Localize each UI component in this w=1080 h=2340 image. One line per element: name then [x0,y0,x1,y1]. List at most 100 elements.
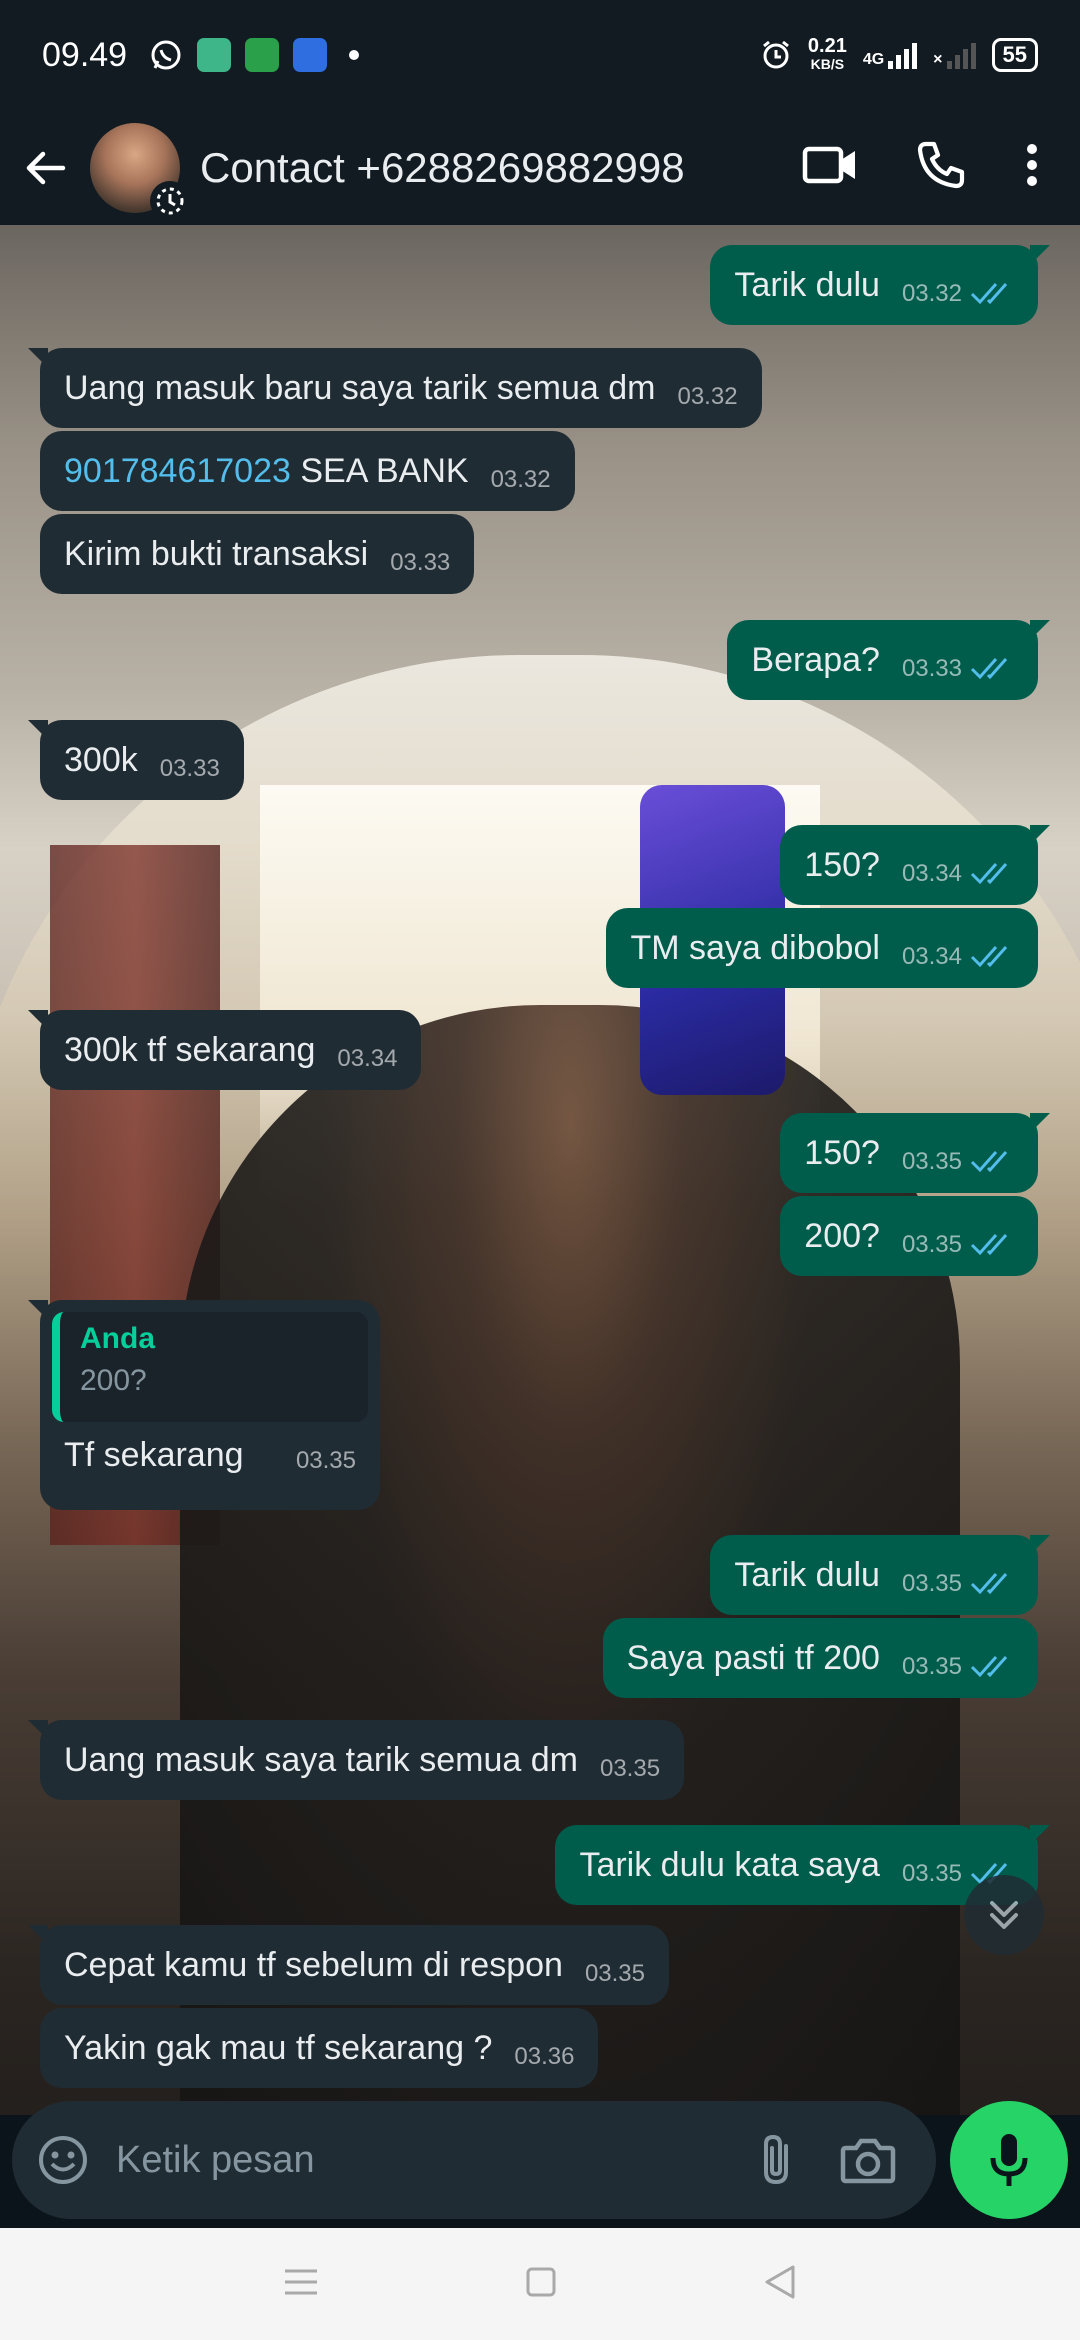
message-input[interactable] [116,2138,756,2182]
message-time: 03.34 [901,943,962,970]
message-row: 300k 03.33 [28,720,244,800]
message-time: 03.35 [295,1447,356,1474]
scroll-to-bottom-button[interactable] [964,1875,1044,1955]
message-text: 200? [804,1216,880,1255]
voice-call-button[interactable] [916,140,966,195]
outgoing-message[interactable]: 200? 03.35 [780,1196,1038,1276]
app-icon-blue [293,38,328,72]
message-text: Cepat kamu tf sebelum di respon [64,1945,563,1984]
message-text: Saya pasti tf 200 [626,1638,880,1677]
message-row: Yakin gak mau tf sekarang ? 03.36 [40,2008,599,2088]
read-ticks-icon [970,1148,1014,1174]
outgoing-message[interactable]: Tarik dulu 03.35 [710,1535,1050,1615]
network-speed: 0.21 KB/S [808,36,847,73]
outgoing-message[interactable]: TM saya dibobol 03.34 [606,908,1038,988]
outgoing-message[interactable]: Berapa? 03.33 [727,620,1050,700]
voice-record-button[interactable] [950,2101,1068,2219]
message-time: 03.32 [490,466,551,493]
message-text: Tarik dulu kata saya [579,1845,880,1884]
message-row: 300k tf sekarang 03.34 [27,1010,422,1090]
message-row: 901784617023 SEA BANK 03.32 [40,431,575,511]
incoming-message[interactable]: 300k 03.33 [28,720,244,800]
compose-bar [0,2095,1080,2225]
whatsapp-icon [151,40,181,70]
outgoing-message[interactable]: Saya pasti tf 200 03.35 [602,1618,1038,1698]
outgoing-message[interactable]: 150? 03.34 [780,825,1050,905]
message-row: Tarik dulu kata saya 03.35 [555,1825,1050,1905]
notification-icons [149,38,360,72]
message-time: 03.35 [901,1231,962,1258]
signal-bars-empty-icon [946,41,976,69]
message-time: 03.35 [901,1860,962,1887]
message-text: 300k [64,740,138,779]
chat-area[interactable]: Tarik dulu 03.32 Uang masuk baru saya ta… [0,225,1080,2115]
status-bar: 09.49 0.21 KB/S 4G × 55 [0,0,1080,110]
message-row: Cepat kamu tf sebelum di respon 03.35 [28,1925,669,2005]
outgoing-message[interactable]: Tarik dulu 03.32 [710,245,1050,325]
incoming-message[interactable]: 300k tf sekarang 03.34 [27,1010,422,1090]
message-text: Tf sekarang [64,1436,244,1474]
message-row: Uang masuk baru saya tarik semua dm 03.3… [28,348,762,428]
read-ticks-icon [970,1231,1014,1257]
message-text: 300k tf sekarang [64,1030,316,1069]
header-actions [802,140,1060,195]
message-row: Berapa? 03.33 [727,620,1050,700]
message-row: TM saya dibobol 03.34 [606,908,1038,988]
incoming-message[interactable]: Uang masuk saya tarik semua dm 03.35 [27,1720,685,1800]
message-text: TM saya dibobol [630,928,880,967]
status-time: 09.49 [42,35,128,74]
more-options-button[interactable] [1024,141,1040,194]
avatar[interactable] [90,122,190,221]
recent-apps-button[interactable] [283,2267,319,2302]
outgoing-message[interactable]: Tarik dulu kata saya 03.35 [555,1825,1050,1905]
chat-header: Contact +6288269882998 [0,110,1080,225]
status-indicators: 0.21 KB/S 4G × 55 [760,36,1038,73]
menu-lines-icon [285,2269,317,2294]
message-time: 03.33 [159,755,220,782]
alarm-icon [762,40,789,69]
reply-body: Tf sekarang 03.35 [52,1422,368,1475]
disappearing-timer-icon [150,180,190,221]
message-text: Yakin gak mau tf sekarang ? [64,2028,493,2067]
emoji-icon[interactable] [36,2133,90,2187]
message-time: 03.34 [901,860,962,887]
double-chevron-down-icon [990,1901,1018,1929]
incoming-message[interactable]: Yakin gak mau tf sekarang ? 03.36 [40,2008,599,2088]
message-time: 03.35 [599,1755,661,1782]
phone-call-icon [917,141,965,189]
battery-level: 55 [991,38,1038,72]
signal-sim2: × [933,41,976,69]
incoming-message[interactable]: 901784617023 SEA BANK 03.32 [40,431,575,511]
account-number-link[interactable]: 901784617023 [64,452,291,490]
read-ticks-icon [970,655,1014,681]
back-triangle-icon [765,2265,795,2298]
camera-icon[interactable] [840,2136,896,2184]
home-square-icon [526,2267,556,2296]
message-text: Kirim bukti transaksi [64,534,369,573]
message-text: 150? [804,845,880,884]
back-nav-button[interactable] [763,2264,797,2305]
read-ticks-icon [970,280,1014,306]
microphone-icon [990,2134,1028,2186]
message-text: Berapa? [751,640,880,679]
home-button[interactable] [525,2266,557,2303]
video-call-icon [802,146,855,184]
quoted-message[interactable]: Anda 200? [52,1312,368,1422]
message-text: 901784617023 SEA BANK [64,451,469,490]
contact-name[interactable]: Contact +6288269882998 [200,144,685,192]
message-time: 03.35 [901,1653,962,1680]
message-row: Tarik dulu 03.35 [710,1535,1050,1615]
attach-icon[interactable] [756,2132,796,2188]
back-button[interactable] [20,138,70,198]
incoming-message[interactable]: Uang masuk baru saya tarik semua dm 03.3… [28,348,762,428]
message-time: 03.35 [901,1148,962,1175]
network-type: 4G [862,51,885,68]
incoming-message[interactable]: Cepat kamu tf sebelum di respon 03.35 [28,1925,669,2005]
incoming-reply-message[interactable]: Anda 200? Tf sekarang 03.35 [28,1300,380,1510]
signal-4g: 4G [862,41,918,69]
video-call-button[interactable] [802,143,858,192]
incoming-message[interactable]: Kirim bukti transaksi 03.33 [40,514,475,594]
message-text: Tarik dulu [734,265,880,304]
outgoing-message[interactable]: 150? 03.35 [780,1113,1050,1193]
message-row: Tarik dulu 03.32 [710,245,1050,325]
